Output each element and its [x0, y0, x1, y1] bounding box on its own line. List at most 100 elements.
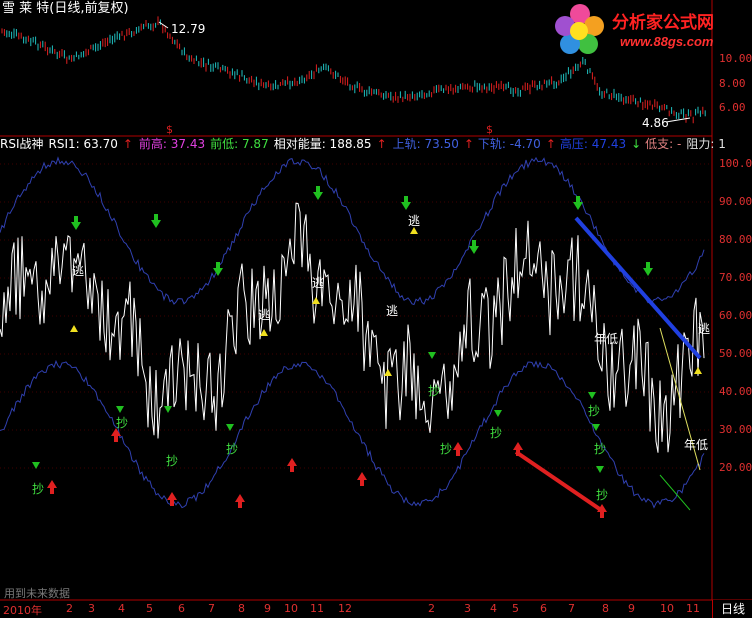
x-tick: 11: [686, 602, 700, 615]
buy-arrow-icon: [287, 458, 297, 472]
warning-triangle-icon: [694, 367, 702, 374]
bottom-triangle-icon: [494, 410, 502, 417]
buy-signal: 抄: [596, 488, 609, 502]
chart-canvas[interactable]: [0, 0, 752, 618]
buy-arrow-icon: [453, 442, 463, 456]
indicator-y-tick: 40.00: [719, 385, 752, 398]
split-marker: $: [166, 123, 173, 136]
x-tick: 12: [338, 602, 352, 615]
up-arrow-icon: ↑: [376, 137, 387, 151]
x-tick: 7: [208, 602, 215, 615]
upper-band-path: [0, 156, 705, 306]
x-tick: 11: [310, 602, 324, 615]
sell-arrow-icon: [643, 262, 653, 276]
escape-signal: 逃: [72, 264, 85, 278]
relative-energy-value: 相对能量: 188.85: [273, 137, 372, 151]
warning-triangle-icon: [312, 297, 320, 304]
x-tick: 5: [512, 602, 519, 615]
x-tick: 8: [238, 602, 245, 615]
buy-arrow-icon: [357, 472, 367, 486]
buy-signal: 抄: [490, 426, 503, 440]
low-support-value: 低支: -: [645, 137, 682, 151]
buy-signal: 抄: [226, 442, 239, 456]
bottom-triangle-icon: [588, 392, 596, 399]
escape-signal: 逃: [312, 276, 325, 290]
sell-arrow-icon: [469, 240, 479, 254]
x-tick: 10: [284, 602, 298, 615]
buy-signal: 抄: [588, 404, 601, 418]
warning-triangle-icon: [384, 369, 392, 376]
indicator-y-tick: 50.00: [719, 347, 752, 360]
indicator-y-tick: 60.00: [719, 309, 752, 322]
bottom-triangle-icon: [428, 352, 436, 359]
logo-name: 分析家公式网: [612, 13, 714, 33]
logo-url: www.88gs.com: [620, 34, 714, 49]
up-arrow-icon: ↑: [122, 137, 133, 151]
period-button[interactable]: 日线: [712, 600, 752, 618]
x-tick: 6: [540, 602, 547, 615]
buy-arrow-icon: [47, 480, 57, 494]
x-tick: 6: [178, 602, 185, 615]
x-axis: 2010年 2 3 4 5 6 7 8 9 10 11 12 2 3 4 5 6…: [0, 601, 712, 618]
price-low-label: 4.86: [642, 116, 669, 130]
indicator-header: RSI战神 RSI1: 63.70 ↑ 前高: 37.43 前低: 7.87 相对能量: …: [0, 137, 726, 153]
buy-signal: 抄: [116, 416, 129, 430]
buy-signal: 抄: [440, 442, 453, 456]
price-y-tick: 6.00: [719, 101, 746, 114]
year-low-label: 年低: [594, 332, 619, 346]
buy-signal: 抄: [594, 442, 607, 456]
prev-high-value: 前高: 37.43: [138, 137, 206, 151]
escape-signal: 逃: [386, 304, 399, 318]
x-tick: 4: [490, 602, 497, 615]
bottom-triangle-icon: [164, 406, 172, 413]
buy-arrow-icon: [235, 494, 245, 508]
sell-arrow-icon: [213, 262, 223, 276]
flower-logo-icon: ×: [555, 4, 604, 54]
x-tick: 3: [464, 602, 471, 615]
up-arrow-icon: ↑: [545, 137, 556, 151]
x-tick: 3: [88, 602, 95, 615]
stock-chart-window: 雪 莱 特(日线,前复权) 12.79 4.86 $ $ 10.00 8.00 …: [0, 0, 752, 618]
x-tick: 2010年: [3, 604, 42, 617]
uptrend-line: [514, 450, 606, 514]
resistance-value: 阻力: 1: [686, 137, 726, 151]
indicator-y-tick: 100.00: [719, 157, 752, 170]
escape-signal: 逃: [408, 214, 421, 228]
site-logo: × 分析家公式网 www.88gs.com: [548, 0, 752, 60]
buy-signal: 抄: [166, 454, 179, 468]
window-title: 雪 莱 特(日线,前复权): [2, 1, 129, 16]
x-tick: 9: [264, 602, 271, 615]
thin-up-line: [659, 474, 691, 511]
x-tick: 2: [428, 602, 435, 615]
bottom-triangle-icon: [596, 466, 604, 473]
x-tick: 5: [146, 602, 153, 615]
indicator-y-tick: 80.00: [719, 233, 752, 246]
escape-signal: 逃: [698, 322, 711, 336]
pressure-value: 高压: 47.43: [559, 137, 627, 151]
bottom-triangle-icon: [116, 406, 124, 413]
buy-signal: 抄: [428, 384, 441, 398]
x-tick: 7: [568, 602, 575, 615]
year-low-label: 年低: [684, 438, 709, 452]
sell-arrow-icon: [151, 214, 161, 228]
future-data-note: 用到未来数据: [4, 587, 70, 600]
indicator-name: RSI战神: [0, 137, 44, 151]
price-high-label: 12.79: [171, 22, 206, 36]
bottom-triangle-icon: [32, 462, 40, 469]
high-pointer: [158, 21, 169, 29]
x-tick: 9: [628, 602, 635, 615]
sell-arrow-icon: [313, 186, 323, 200]
split-marker: $: [486, 123, 493, 136]
escape-signal: 逃: [258, 308, 271, 322]
down-arrow-icon: ↓: [631, 137, 642, 151]
sell-arrow-icon: [401, 196, 411, 210]
price-y-tick: 8.00: [719, 77, 746, 90]
warning-triangle-icon: [70, 325, 78, 332]
x-tick: 10: [660, 602, 674, 615]
x-tick: 8: [602, 602, 609, 615]
sell-arrow-icon: [573, 196, 583, 210]
lower-band-value: 下轨: -4.70: [477, 137, 541, 151]
indicator-y-tick: 90.00: [719, 195, 752, 208]
rsi1-value: RSI1: 63.70: [48, 137, 118, 151]
x-tick: 4: [118, 602, 125, 615]
